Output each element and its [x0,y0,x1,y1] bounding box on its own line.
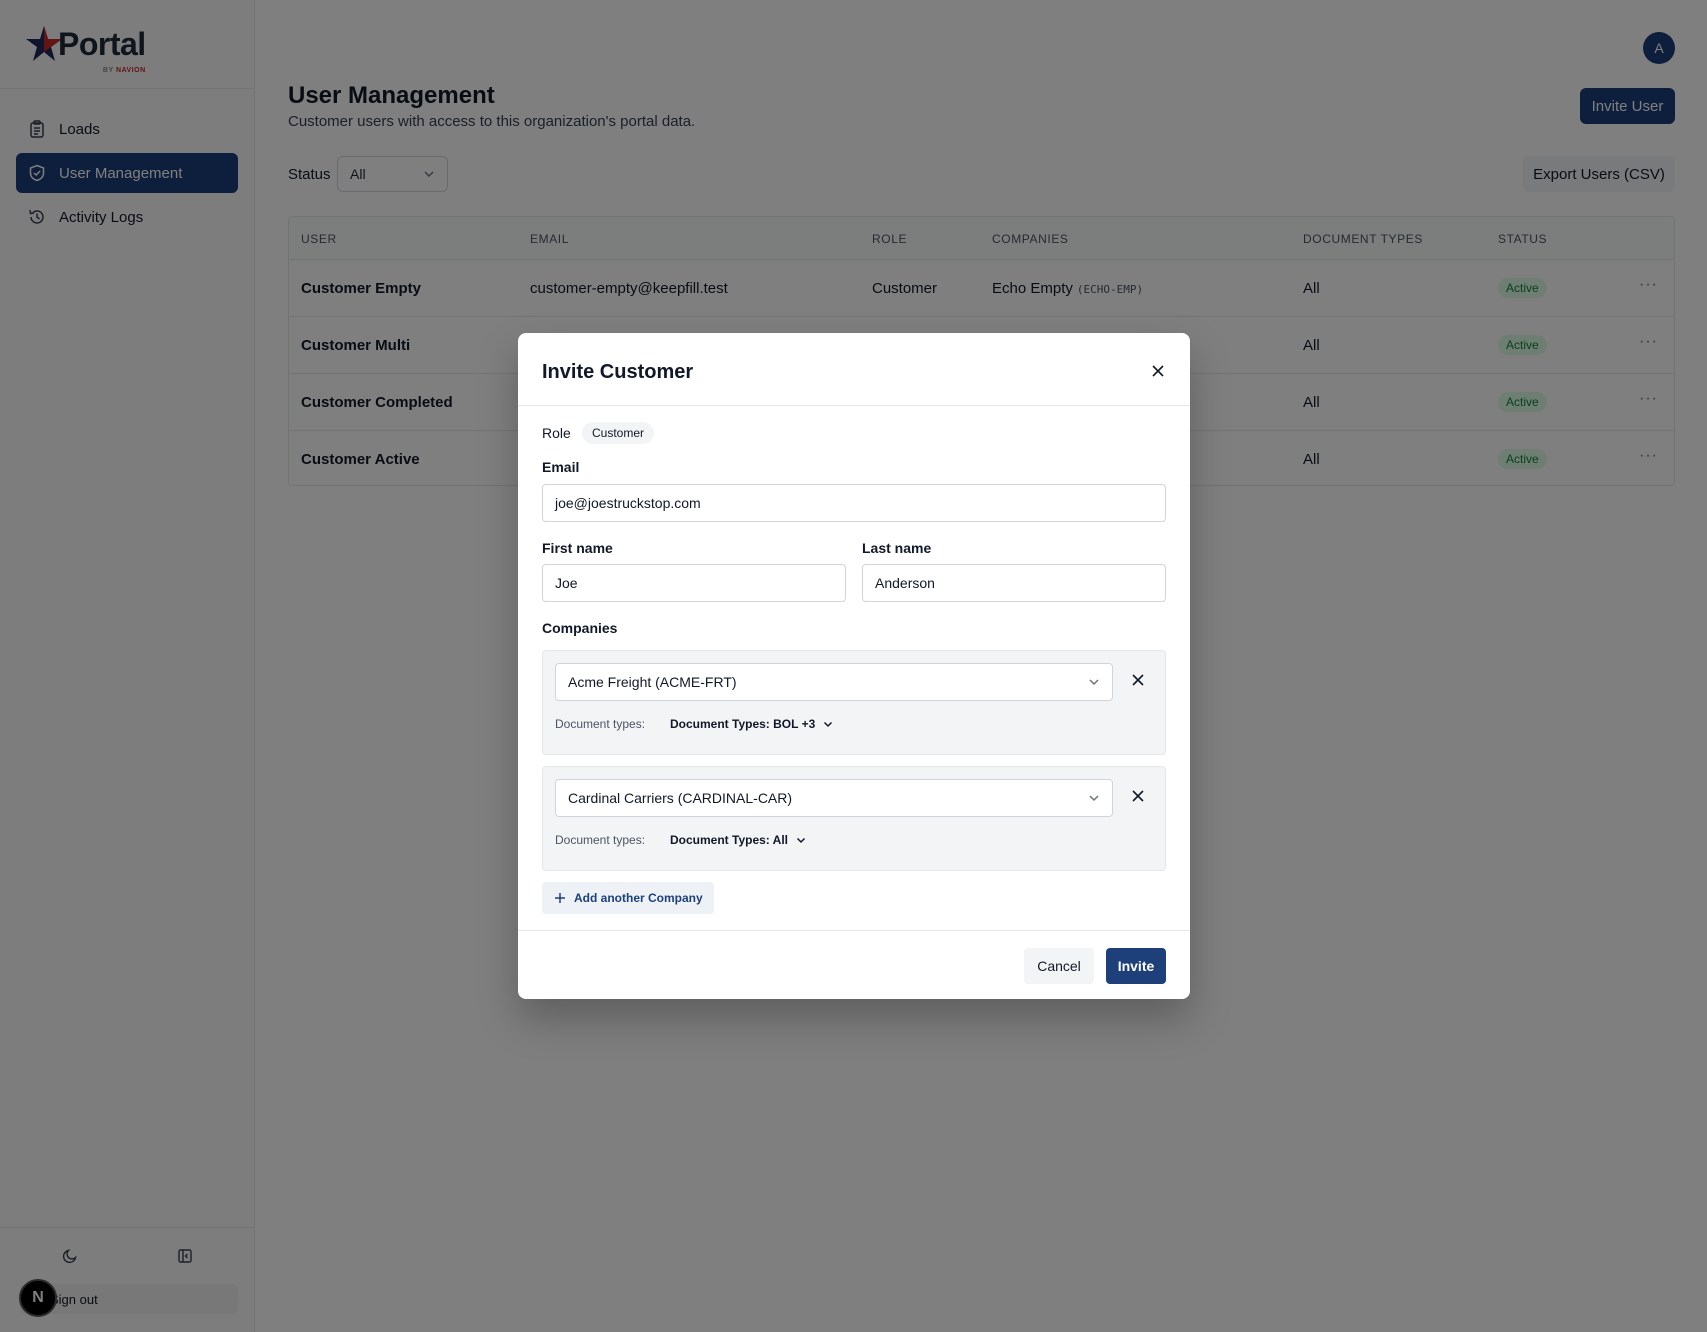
company-select[interactable]: Cardinal Carriers (CARDINAL-CAR) [555,779,1113,817]
dialog-footer: Cancel Invite [518,930,1190,999]
company-select-value: Cardinal Carriers (CARDINAL-CAR) [568,790,793,806]
role-chip: Customer [582,422,655,444]
cancel-button[interactable]: Cancel [1024,948,1094,984]
invite-customer-dialog: Invite Customer Role Customer Email joe@… [518,333,1190,999]
chevron-down-icon [796,837,806,844]
last-name-label: Last name [862,540,932,556]
document-types-dropdown[interactable]: Document Types: All [670,833,806,847]
close-icon[interactable] [1150,363,1166,379]
dialog-title: Invite Customer [542,361,694,383]
chevron-down-icon [1089,679,1099,686]
plus-icon [555,893,565,903]
last-name-field[interactable]: Anderson [862,564,1166,602]
chevron-down-icon [824,721,833,728]
document-types-value: Document Types: All [670,833,789,847]
document-types-value: Document Types: BOL +3 [670,717,816,731]
first-name-field[interactable]: Joe [542,564,846,602]
remove-company-icon[interactable] [1131,789,1145,803]
role-label: Role [542,425,571,441]
add-company-button[interactable]: Add another Company [542,882,714,914]
add-company-label: Add another Company [574,891,703,905]
companies-label: Companies [542,620,618,636]
remove-company-icon[interactable] [1131,673,1145,687]
document-types-label: Document types: [555,717,646,731]
company-entry: Acme Freight (ACME-FRT) Document types: … [542,650,1166,755]
invite-button[interactable]: Invite [1106,948,1166,984]
email-field[interactable]: joe@joestruckstop.com [542,484,1166,522]
email-label: Email [542,459,580,475]
document-types-dropdown[interactable]: Document Types: BOL +3 [670,717,833,731]
company-entry: Cardinal Carriers (CARDINAL-CAR) Documen… [542,766,1166,871]
chevron-down-icon [1089,795,1099,802]
first-name-label: First name [542,540,613,556]
dialog-header: Invite Customer [518,333,1190,406]
company-select-value: Acme Freight (ACME-FRT) [568,674,737,690]
document-types-label: Document types: [555,833,646,847]
company-select[interactable]: Acme Freight (ACME-FRT) [555,663,1113,701]
